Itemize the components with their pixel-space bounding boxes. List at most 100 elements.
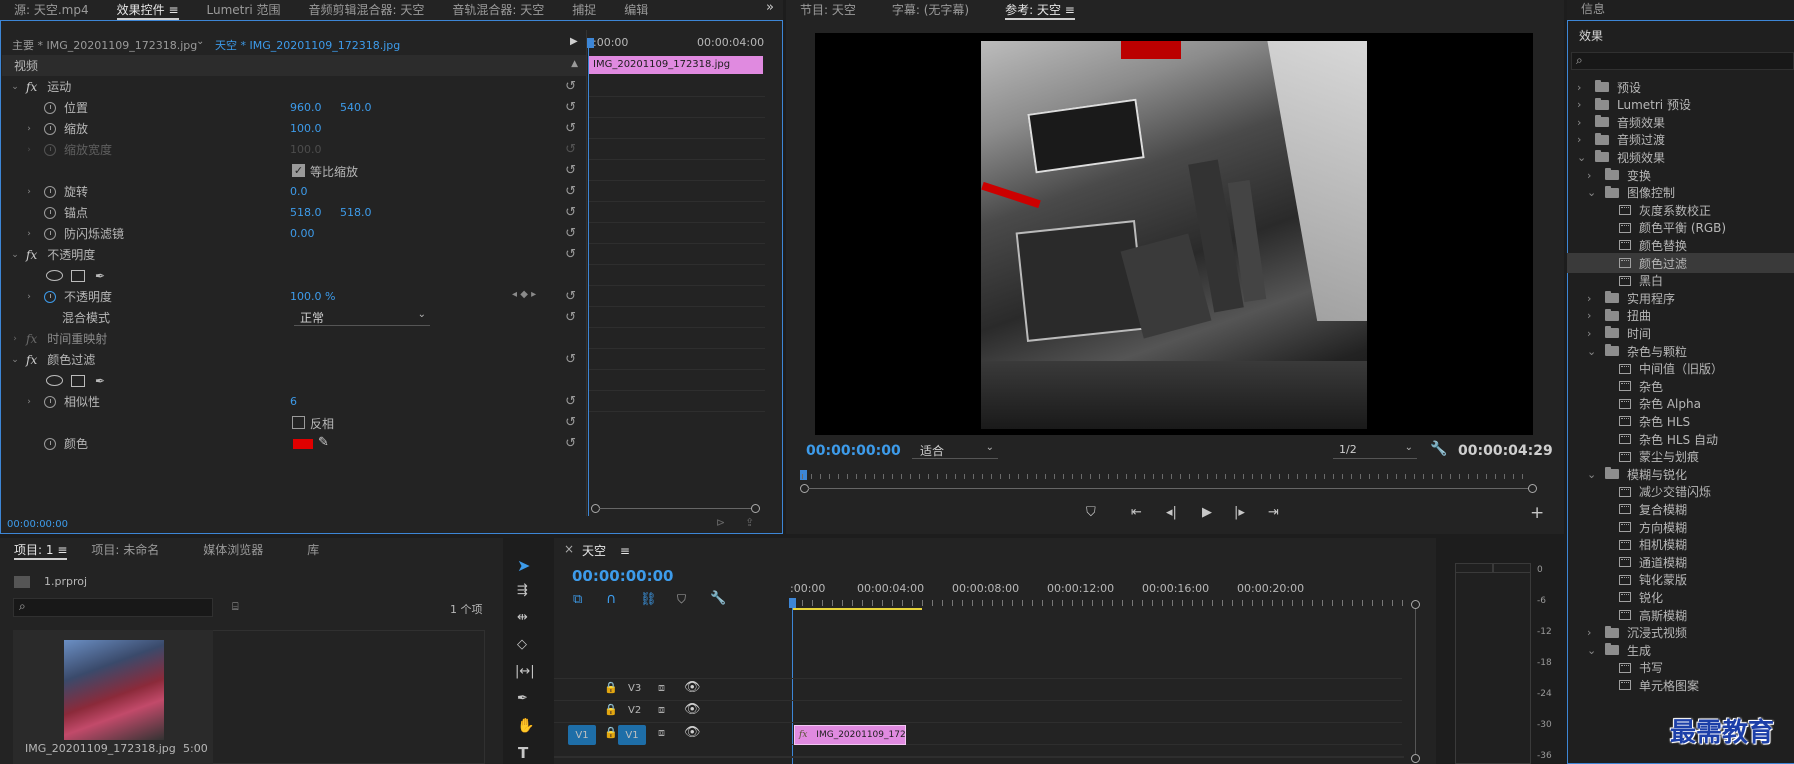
chevron-down-icon[interactable]: ⌄ (1587, 644, 1599, 657)
eyedropper-icon[interactable]: ✎ (318, 435, 329, 450)
nest-toggle-icon[interactable]: ⧉ (573, 592, 582, 607)
timeline-ruler-ticks[interactable] (792, 600, 1410, 606)
tab-captions[interactable]: 字幕: (无字幕) (870, 1, 983, 18)
timeline-tab[interactable]: 天空 ≡ (582, 542, 630, 559)
export-frame-icon[interactable]: ⇪ (745, 516, 754, 529)
pen-tool-icon[interactable]: ✒ (517, 691, 528, 706)
eye-icon[interactable]: 👁 (684, 725, 701, 740)
sequence-clip-label[interactable]: 天空 * IMG_20201109_172318.jpg (215, 37, 400, 53)
time-remap-row[interactable]: › fx 时间重映射 (2, 328, 586, 349)
program-scrub-ruler[interactable] (802, 474, 1530, 479)
opacity-row[interactable]: › 不透明度 100.0 % ◂ ◆ ▸ ↺ (2, 286, 586, 307)
reset-icon[interactable]: ↺ (565, 247, 576, 262)
chevron-right-icon[interactable]: › (10, 334, 20, 344)
stopwatch-icon[interactable] (44, 227, 56, 240)
pen-mask-icon[interactable]: ✒ (95, 374, 105, 388)
fx-icon[interactable]: fx (26, 248, 37, 262)
rect-mask-icon[interactable] (71, 374, 85, 387)
track-select-tool-icon[interactable]: ⇶ (517, 583, 528, 598)
tab-reference[interactable]: 参考: 天空 ≡ (983, 1, 1089, 20)
effects-search-input[interactable]: ⌕ (1571, 52, 1794, 70)
resolution-select[interactable]: 1/2 ⌄ (1333, 442, 1417, 459)
anchor-row[interactable]: 锚点 518.0 518.0 ↺ (2, 202, 586, 223)
stopwatch-icon[interactable] (44, 122, 56, 135)
ec-current-time[interactable]: 00:00:00:00 (7, 519, 68, 530)
blend-mode-row[interactable]: 混合模式 正常 ⌄ ↺ (2, 307, 586, 328)
tab-effect-controls[interactable]: 效果控件 ≡ (103, 1, 193, 20)
reset-icon[interactable]: ↺ (565, 352, 576, 367)
master-clip-label[interactable]: 主要 * IMG_20201109_172318.jpg (12, 37, 197, 53)
position-x-value[interactable]: 960.0 (290, 101, 322, 114)
reset-icon[interactable]: ↺ (565, 394, 576, 409)
anchor-x-value[interactable]: 518.0 (290, 206, 322, 219)
chevron-right-icon[interactable]: › (1587, 327, 1599, 340)
track-label-v1[interactable]: V1 (618, 725, 646, 745)
color-swatch[interactable] (293, 439, 313, 449)
timeline-clip[interactable]: fx IMG_20201109_172318.jpg (794, 725, 906, 745)
sync-lock-icon[interactable]: ⧈ (658, 726, 665, 740)
chevron-right-icon[interactable]: › (24, 292, 34, 302)
stopwatch-icon[interactable] (44, 290, 56, 303)
mini-zoom-bar[interactable] (591, 504, 760, 513)
stopwatch-icon[interactable] (44, 206, 56, 219)
uniform-scale-checkbox[interactable]: ✓ (292, 164, 305, 177)
tab-capture[interactable]: 捕捉 (558, 1, 610, 18)
timeline-timecode[interactable]: 00:00:00:00 (572, 567, 674, 585)
tab-media-browser[interactable]: 媒体浏览器 (173, 541, 277, 558)
lock-icon[interactable]: 🔒 (604, 703, 618, 716)
ellipse-mask-icon[interactable] (46, 375, 63, 386)
chevron-down-icon[interactable]: ⌄ (10, 250, 20, 260)
scale-row[interactable]: › 缩放 100.0 ↺ (2, 118, 586, 139)
timeline-playhead-marker[interactable] (789, 598, 796, 608)
chevron-right-icon[interactable]: › (1577, 81, 1589, 94)
chevron-down-icon[interactable]: ⌄ (10, 355, 20, 365)
timeline-settings-icon[interactable]: 🔧 (710, 591, 726, 606)
tab-libraries[interactable]: 库 (277, 541, 333, 558)
project-search-input[interactable]: ⌕ (13, 598, 213, 617)
rotation-row[interactable]: › 旋转 0.0 ↺ (2, 181, 586, 202)
go-to-out-icon[interactable]: ⇥ (1268, 505, 1279, 520)
antiflicker-row[interactable]: › 防闪烁滤镜 0.00 ↺ (2, 223, 586, 244)
tab-program[interactable]: 节目: 天空 (786, 1, 870, 18)
similarity-value[interactable]: 6 (290, 395, 297, 408)
zoom-bar-track[interactable] (599, 508, 751, 509)
reset-icon[interactable]: ↺ (565, 226, 576, 241)
sync-lock-icon[interactable]: ⧈ (658, 681, 665, 695)
play-triangle-icon[interactable]: ▶ (570, 36, 578, 47)
new-bin-from-search-icon[interactable]: ⌸ (232, 600, 239, 614)
lock-icon[interactable]: 🔒 (604, 726, 618, 739)
scale-value[interactable]: 100.0 (290, 122, 322, 135)
chevron-down-icon[interactable]: ⌄ (10, 82, 20, 92)
reset-icon[interactable]: ↺ (565, 205, 576, 220)
chevron-right-icon[interactable]: › (1577, 98, 1589, 111)
reset-icon[interactable]: ↺ (565, 310, 576, 325)
info-tab[interactable]: 信息 (1581, 0, 1605, 17)
antiflicker-value[interactable]: 0.00 (290, 227, 315, 240)
opacity-effect-row[interactable]: ⌄ fx 不透明度 ↺ (2, 244, 586, 265)
chevron-right-icon[interactable]: › (1587, 309, 1599, 322)
go-to-in-icon[interactable]: ⇤ (1131, 505, 1142, 520)
reset-icon[interactable]: ↺ (565, 79, 576, 94)
position-row[interactable]: 位置 960.0 540.0 ↺ (2, 97, 586, 118)
step-back-icon[interactable]: ◂| (1166, 505, 1177, 520)
stopwatch-icon[interactable] (44, 437, 56, 450)
rotation-value[interactable]: 0.0 (290, 185, 308, 198)
chevron-down-icon[interactable]: ⌄ (1587, 186, 1599, 199)
chevron-right-icon[interactable]: › (1587, 169, 1599, 182)
blend-mode-select[interactable]: 正常 ⌄ (294, 309, 430, 326)
opacity-value[interactable]: 100.0 % (290, 290, 335, 303)
chevron-right-icon[interactable]: › (24, 229, 34, 239)
play-icon[interactable]: ▶ (1202, 505, 1212, 520)
effects-title[interactable]: 效果 (1579, 27, 1603, 44)
tab-edit[interactable]: 编辑 (610, 1, 662, 18)
similarity-row[interactable]: › 相似性 6 ↺ (2, 391, 586, 412)
tab-project-untitled[interactable]: 项目: 未命名 (81, 541, 173, 558)
vertical-zoom-handle-bottom[interactable] (1411, 754, 1420, 763)
uniform-scale-row[interactable]: ✓ 等比缩放 ↺ (2, 160, 586, 181)
wrench-icon[interactable]: 🔧 (1430, 441, 1447, 457)
selection-tool-icon[interactable]: ➤ (517, 556, 530, 575)
scroll-up-icon[interactable]: ▲ (571, 59, 578, 69)
chevron-right-icon[interactable]: › (1587, 626, 1599, 639)
sync-lock-icon[interactable]: ⧈ (658, 703, 665, 717)
tab-project-1[interactable]: 项目: 1 ≡ (0, 541, 81, 560)
